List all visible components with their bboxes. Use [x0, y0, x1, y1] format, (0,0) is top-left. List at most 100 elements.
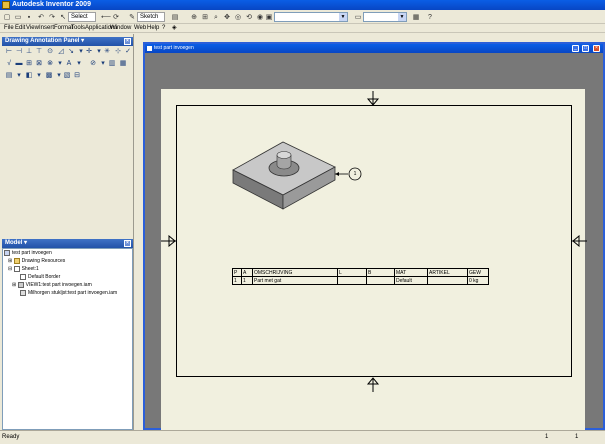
datum-icon[interactable]: ⊠: [35, 60, 43, 68]
table-icon[interactable]: ▦: [119, 60, 127, 68]
minimize-icon[interactable]: _: [572, 45, 579, 52]
menu-tools[interactable]: Tools: [71, 24, 85, 33]
table-cell: [366, 276, 395, 285]
tree-item-drawing-resources[interactable]: ⊞ Drawing Resources: [8, 257, 65, 265]
centerline-icon[interactable]: ✳: [103, 48, 111, 56]
menu-view[interactable]: View: [26, 24, 39, 33]
drawing-sheet[interactable]: 1 P A OMSCHRIJVING L B MAT ARTIKEL GEW 1…: [161, 89, 587, 430]
select-button[interactable]: Select: [68, 12, 96, 22]
feature-control-icon[interactable]: ⊞: [25, 60, 33, 68]
zoom-all-icon[interactable]: ⊕: [189, 12, 199, 22]
dropdown-icon[interactable]: ▾: [95, 48, 103, 56]
dropdown-icon[interactable]: ▾: [15, 72, 23, 80]
whats-new-icon[interactable]: ◈: [172, 24, 177, 33]
datum-target-icon[interactable]: ⊗: [46, 60, 54, 68]
help-icon[interactable]: ?: [425, 12, 435, 22]
model-panel-header[interactable]: Model ▾ ×: [2, 239, 133, 248]
pan-icon[interactable]: ✥: [222, 12, 232, 22]
menu-window[interactable]: Window: [110, 24, 131, 33]
maximize-icon[interactable]: □: [582, 45, 589, 52]
column-header: GEW: [467, 268, 489, 277]
menu-file[interactable]: File: [4, 24, 14, 33]
dropdown-icon[interactable]: ▾: [55, 72, 63, 80]
annotation-panel-header[interactable]: Drawing Annotation Panel ▾ ×: [2, 37, 133, 46]
menu-web[interactable]: Web: [134, 24, 146, 33]
center-mark-icon[interactable]: ✛: [85, 48, 93, 56]
column-header: OMSCHRIJVING: [252, 268, 338, 277]
tree-item-view1[interactable]: ⊞ VIEW1:test part invoegen.iam: [12, 281, 92, 289]
tree-item-sheet[interactable]: ⊟ Sheet:1: [8, 265, 39, 273]
tree-item-document[interactable]: test part invoegen: [4, 249, 52, 257]
orbit-icon[interactable]: ⟲: [244, 12, 254, 22]
sketch-icon[interactable]: ✎: [127, 12, 137, 22]
surface-texture-icon[interactable]: √: [5, 60, 13, 68]
balloon-icon[interactable]: ⊘: [89, 60, 97, 68]
hole-note-icon[interactable]: ⊙: [46, 48, 54, 56]
retrieve-dimensions-icon[interactable]: ⊟: [73, 72, 81, 80]
dropdown-icon[interactable]: ▾: [75, 60, 83, 68]
border-icon: [20, 273, 26, 280]
color-icon[interactable]: ▭: [353, 12, 363, 22]
table-cell: Part met gat: [252, 276, 338, 285]
update-icon[interactable]: ⟳: [111, 12, 121, 22]
chamfer-note-icon[interactable]: ◿: [57, 48, 65, 56]
chain-dimension-icon[interactable]: ⊤: [35, 48, 43, 56]
dropdown-icon[interactable]: ▾: [99, 60, 107, 68]
close-icon[interactable]: ×: [124, 38, 131, 45]
general-dimension-icon[interactable]: ⊢: [5, 48, 13, 56]
save-icon[interactable]: ▪: [24, 12, 34, 22]
hatch-icon[interactable]: ▧: [63, 72, 71, 80]
check-icon[interactable]: ✓: [124, 48, 132, 56]
text-icon[interactable]: A: [65, 60, 73, 68]
parts-list-icon[interactable]: ▥: [108, 60, 116, 68]
color-dropdown[interactable]: ▼: [363, 12, 407, 22]
close-icon[interactable]: ×: [124, 240, 131, 247]
centered-pattern-icon[interactable]: ⊹: [114, 48, 122, 56]
zoom-selected-icon[interactable]: ◎: [233, 12, 243, 22]
menu-help[interactable]: Help: [147, 24, 159, 33]
menu-edit[interactable]: Edit: [15, 24, 25, 33]
column-header: A: [241, 268, 253, 277]
ordinate-dimension-icon[interactable]: ⊥: [25, 48, 33, 56]
table-cell: Default: [394, 276, 428, 285]
sketch-button[interactable]: Sketch: [137, 12, 165, 22]
expand-icon[interactable]: ⊞: [8, 258, 12, 264]
revision-table-icon[interactable]: ▤: [5, 72, 13, 80]
dropdown-icon[interactable]: ▾: [35, 72, 43, 80]
zoom-icon[interactable]: ⌕: [211, 12, 221, 22]
close-icon[interactable]: ×: [593, 45, 600, 52]
folder-icon: [13, 257, 20, 264]
menu-bar: File Edit View Insert Format Tools Appli…: [0, 24, 605, 33]
menu-insert[interactable]: Insert: [39, 24, 54, 33]
arrow-dropdown-icon[interactable]: ▾: [77, 48, 85, 56]
annotation-tools-panel: ⊢ ⊣ ⊥ ⊤ ⊙ ◿ ↘ ▾ ✛ ▾ ✳ ⊹ ✓ √ ▬ ⊞ ⊠ ⊗ ▾ A …: [2, 46, 133, 238]
copy-icon[interactable]: ▤: [170, 12, 180, 22]
baseline-dimension-icon[interactable]: ⊣: [15, 48, 23, 56]
undo-icon[interactable]: ↶: [36, 12, 46, 22]
expand-icon[interactable]: ⊞: [12, 282, 16, 288]
zoom-window-icon[interactable]: ⊞: [200, 12, 210, 22]
dropdown-icon[interactable]: ▾: [56, 60, 64, 68]
style-dropdown[interactable]: ▼: [274, 12, 348, 22]
standard-toolbar: ▢ ▭ ▪ ↶ ↷ ↖ Select ⟵ ⟳ ✎ Sketch ▤ ⊕ ⊞ ⌕ …: [0, 10, 605, 24]
item-balloon-label[interactable]: 1: [350, 170, 360, 178]
symbol-icon[interactable]: ◧: [25, 72, 33, 80]
part-isometric-view[interactable]: [231, 137, 366, 215]
weld-symbol-icon[interactable]: ▬: [15, 60, 23, 68]
open-folder-icon[interactable]: ▭: [13, 12, 23, 22]
tree-item-default-border[interactable]: Default Border: [20, 273, 60, 281]
table-row[interactable]: 1 1 Part met gat Default 0 kg: [232, 276, 489, 285]
new-file-icon[interactable]: ▢: [2, 12, 12, 22]
collapse-icon[interactable]: ⊟: [8, 266, 12, 272]
status-count: 1: [575, 434, 579, 440]
leader-icon[interactable]: ↘: [67, 48, 75, 56]
caterpillar-icon[interactable]: ▩: [45, 72, 53, 80]
return-icon[interactable]: ⟵: [100, 12, 111, 22]
parts-list-table[interactable]: P A OMSCHRIJVING L B MAT ARTIKEL GEW 1 1…: [232, 268, 489, 285]
select-arrow-icon[interactable]: ↖: [58, 12, 68, 22]
print-icon[interactable]: ▦: [411, 12, 421, 22]
redo-icon[interactable]: ↷: [47, 12, 57, 22]
tree-item-parts-list[interactable]: Milhorgen stukljst:test part invoegen.ia…: [20, 289, 117, 297]
help-icon[interactable]: ?: [162, 24, 165, 33]
display-icon[interactable]: ▣: [264, 12, 274, 22]
